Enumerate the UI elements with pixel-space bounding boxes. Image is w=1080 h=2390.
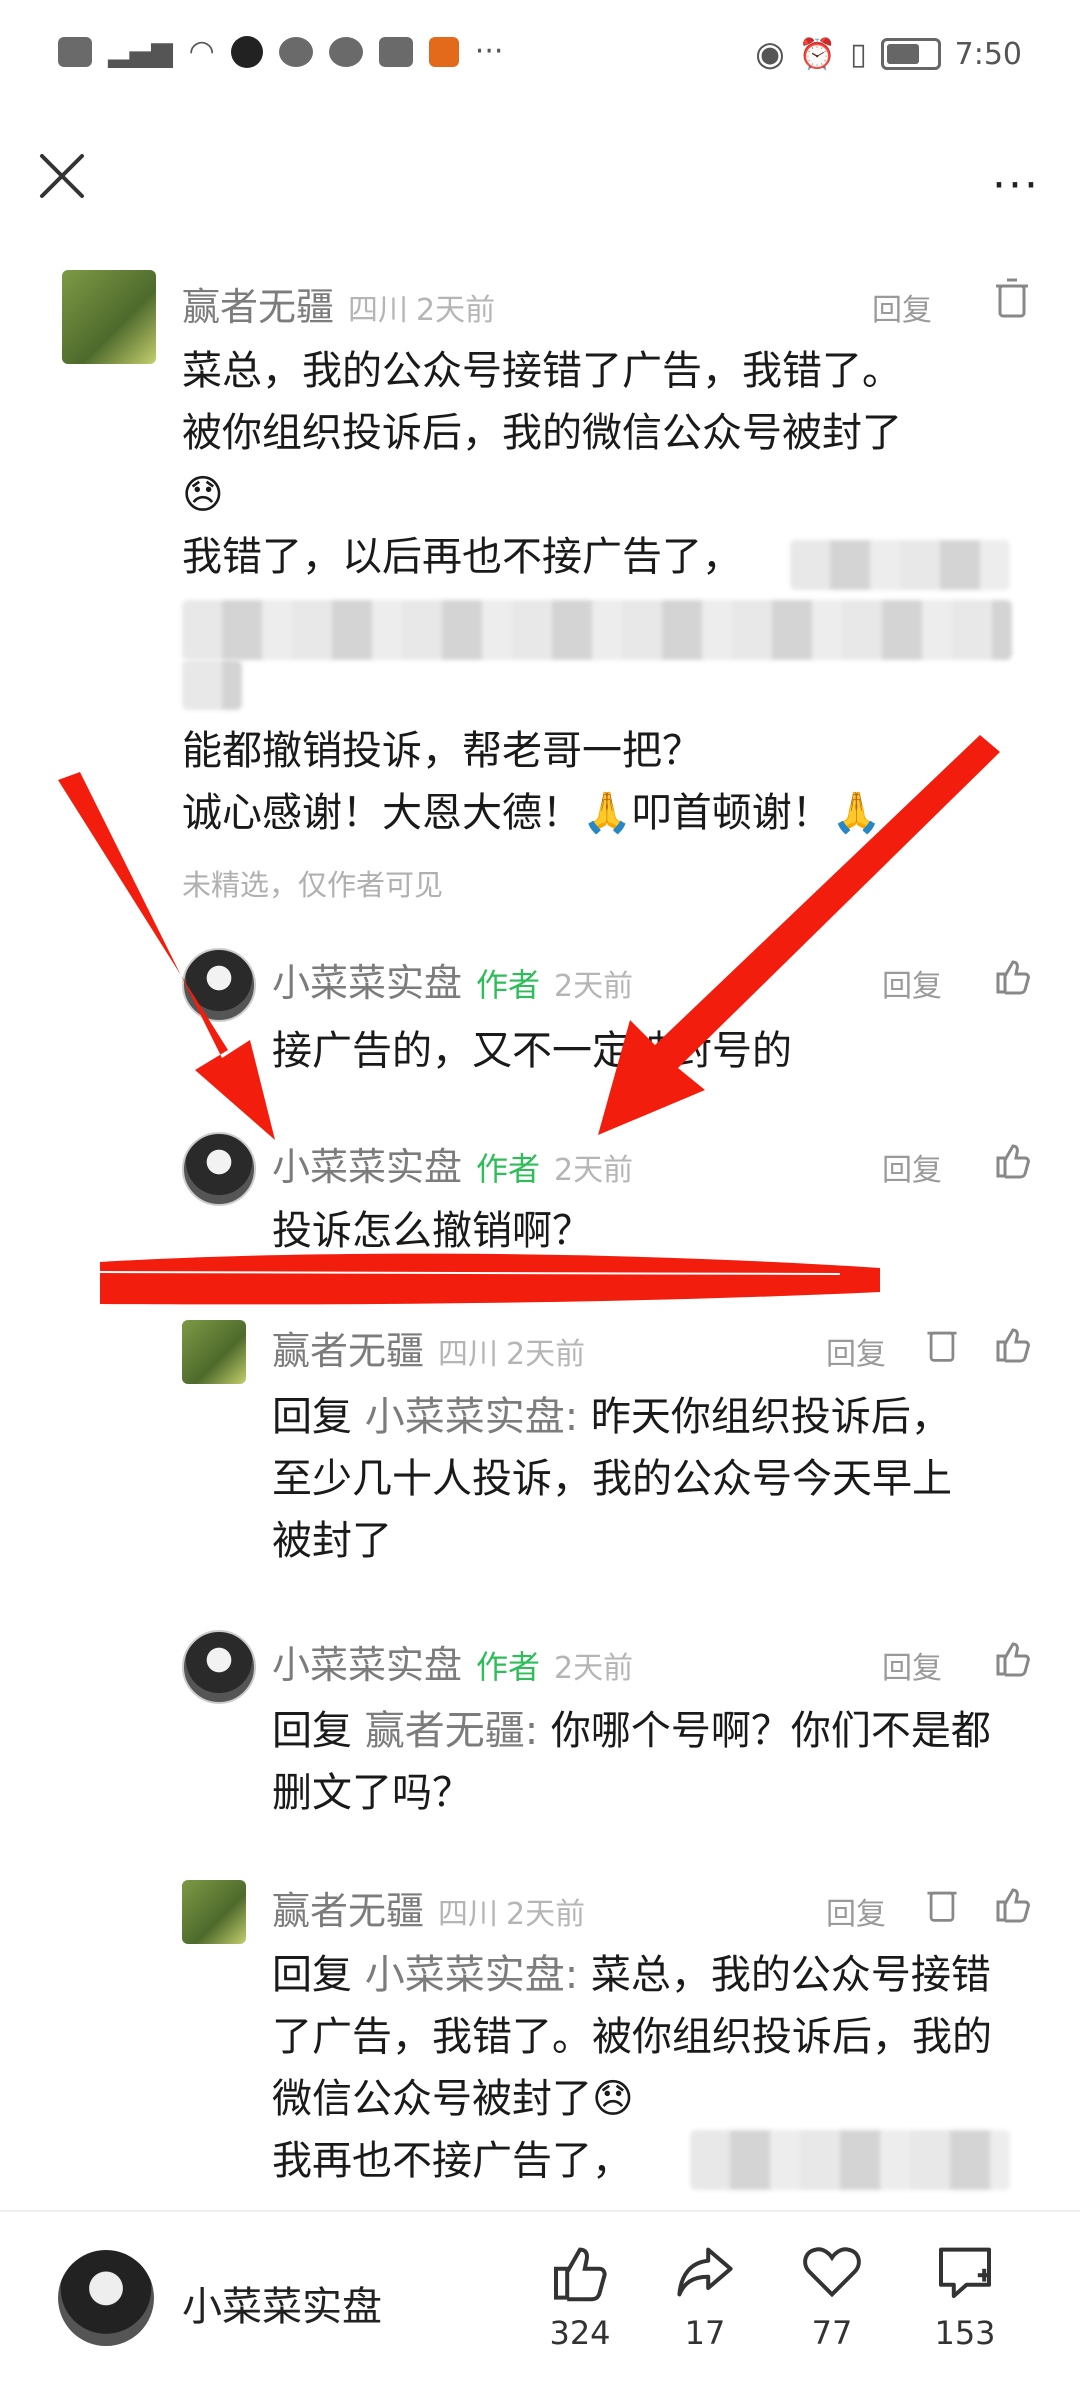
share-icon — [677, 2247, 733, 2297]
comment-icon — [939, 2247, 991, 2298]
heart-icon — [803, 2247, 861, 2298]
red-underline — [100, 1253, 880, 1305]
author-name[interactable]: 小菜菜实盘 — [182, 2274, 382, 2332]
share-count: 17 — [684, 2314, 726, 2352]
thumbs-up-icon — [554, 2247, 607, 2302]
comment-count: 153 — [934, 2314, 996, 2352]
comment-action[interactable]: 153 — [920, 2240, 1010, 2352]
like-count: 324 — [549, 2314, 611, 2352]
annotation-overlay — [58, 735, 1000, 1305]
share-action[interactable]: 17 — [660, 2240, 750, 2352]
red-arrow-right — [598, 735, 1000, 1135]
favorite-count: 77 — [811, 2314, 853, 2352]
like-action[interactable]: 324 — [535, 2240, 625, 2352]
red-arrow-left — [58, 772, 275, 1140]
author-avatar[interactable] — [58, 2250, 154, 2346]
favorite-action[interactable]: 77 — [787, 2240, 877, 2352]
